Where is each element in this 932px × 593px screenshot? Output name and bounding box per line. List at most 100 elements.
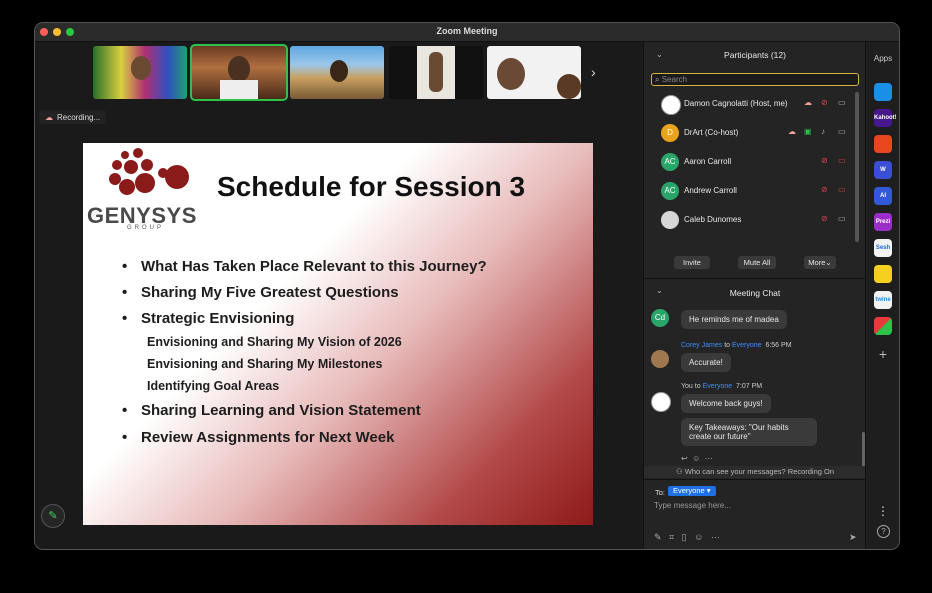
app-icon[interactable]: Prezi <box>874 213 892 231</box>
chat-bubble[interactable]: He reminds me of madea <box>681 310 787 329</box>
more-icon[interactable]: ⋯ <box>705 454 713 463</box>
participants-search-input[interactable]: ⌕ Search <box>651 73 859 86</box>
emoji-reaction-icon[interactable]: ☺ <box>692 454 700 463</box>
participant-video-thumb[interactable] <box>290 46 384 99</box>
chat-bubble[interactable]: Welcome back guys! <box>681 394 771 413</box>
search-placeholder: Search <box>661 75 688 84</box>
annotate-pencil-icon[interactable]: ✎ <box>41 504 65 528</box>
participants-scrollbar[interactable] <box>855 92 859 242</box>
participant-video-thumb[interactable] <box>93 46 187 99</box>
side-panel: ⌄ Participants (12) ⌕ Search Damon Cagno… <box>643 42 866 549</box>
avatar: AC <box>661 182 679 200</box>
person-icon: ⚇ <box>675 467 683 476</box>
avatar: D <box>661 124 679 142</box>
mute-all-button[interactable]: Mute All <box>738 256 776 269</box>
app-icon[interactable]: AI <box>874 187 892 205</box>
window-title: Zoom Meeting <box>436 26 498 36</box>
timestamp: 6:56 PM <box>765 342 792 349</box>
muted-mic-icon[interactable]: ⊘ <box>821 214 828 223</box>
app-icon[interactable]: Sesh <box>874 239 892 257</box>
app-icon[interactable]: W <box>874 161 892 179</box>
sender-name[interactable]: Corey James <box>681 342 722 349</box>
logo-tagline: GROUP <box>127 225 165 231</box>
slide-sub-bullet: Envisioning and Sharing My Milestones <box>147 357 383 371</box>
format-icon[interactable]: ✎ <box>654 532 662 542</box>
more-options-icon[interactable]: ⋮ <box>866 504 899 518</box>
chat-message-input[interactable]: Type message here... <box>654 501 731 510</box>
title-bar: Zoom Meeting <box>35 23 899 42</box>
screenshot-icon[interactable]: ⌗ <box>669 532 674 542</box>
recording-label: Recording... <box>57 112 101 122</box>
app-icon[interactable] <box>874 317 892 335</box>
chat-message: You to Everyone 7:07 PM Welcome back guy… <box>681 383 771 413</box>
active-speaker-video-thumb[interactable] <box>190 44 288 101</box>
emoji-icon[interactable]: ☺ <box>694 532 703 542</box>
participant-name: DrArt (Co-host) <box>684 128 739 137</box>
cloud-record-icon: ☁ <box>788 127 796 136</box>
invite-button[interactable]: Invite <box>674 256 710 269</box>
participant-video-thumb[interactable] <box>389 46 483 99</box>
shared-slide: GENYSYS GROUP Schedule for Session 3 • Wh… <box>83 143 593 525</box>
participant-row[interactable]: Caleb Dunomes ⊘ ▭ <box>644 206 854 234</box>
chat-bubble[interactable]: Accurate! <box>681 353 731 372</box>
participants-header: Participants (12) <box>724 50 786 60</box>
recording-indicator[interactable]: ☁ Recording... <box>39 110 107 124</box>
avatar <box>661 211 679 229</box>
participant-name: Aaron Carroll <box>684 157 732 166</box>
participant-row[interactable]: D DrArt (Co-host) ☁ ▣ ♪ ▭ <box>644 119 854 147</box>
zoom-window: Zoom Meeting › ☁ Recording... GENYSYS GR… <box>34 22 900 550</box>
avatar <box>661 95 681 115</box>
slide-bullet: • Review Assignments for Next Week <box>122 429 395 446</box>
app-icon[interactable] <box>874 135 892 153</box>
video-camera-icon[interactable]: ▭ <box>838 127 846 136</box>
file-icon[interactable]: ▯ <box>682 532 687 542</box>
video-off-icon[interactable]: ▭ <box>838 156 846 165</box>
muted-mic-icon[interactable]: ⊘ <box>821 156 828 165</box>
app-icon[interactable] <box>874 83 892 101</box>
chat-bubble[interactable]: Key Takeaways: "Our habits create our fu… <box>681 418 817 446</box>
avatar <box>651 350 669 368</box>
chat-header: Meeting Chat <box>729 288 781 298</box>
search-icon: ⌕ <box>655 75 660 84</box>
mic-icon[interactable]: ♪ <box>821 127 825 136</box>
chat-toolbar: ✎ ⌗ ▯ ☺ ⋯ <box>654 532 720 543</box>
app-icon[interactable]: Kahoot! <box>874 109 897 127</box>
chevron-down-icon: ⌄ <box>825 258 832 267</box>
video-camera-icon[interactable]: ▭ <box>838 214 846 223</box>
more-button[interactable]: More⌄ <box>804 256 836 269</box>
participant-name: Damon Cagnolatti (Host, me) <box>684 99 788 108</box>
chat-privacy-note[interactable]: ⚇ Who can see your messages? Recording O… <box>644 466 866 478</box>
cloud-record-icon: ☁ <box>45 112 53 122</box>
video-camera-icon[interactable]: ▭ <box>838 98 846 107</box>
send-icon[interactable]: ➤ <box>849 532 857 543</box>
to-label: To: <box>655 488 666 497</box>
avatar <box>651 392 671 412</box>
muted-mic-icon[interactable]: ⊘ <box>821 185 828 194</box>
add-app-plus-icon[interactable]: + <box>866 346 899 362</box>
muted-mic-icon[interactable]: ⊘ <box>821 98 828 107</box>
participant-row[interactable]: AC Andrew Carroll ⊘ ▭ <box>644 177 854 205</box>
slide-bullet: • What Has Taken Place Relevant to this J… <box>122 258 487 275</box>
chat-message: Corey James to Everyone 6:56 PM Accurate… <box>681 342 792 372</box>
sender-name: You <box>681 383 693 390</box>
app-icon[interactable]: twine <box>874 291 892 309</box>
participant-video-thumb[interactable] <box>487 46 581 99</box>
avatar: AC <box>661 153 679 171</box>
help-icon[interactable]: ? <box>877 525 890 538</box>
chat-message: Key Takeaways: "Our habits create our fu… <box>681 418 817 446</box>
slide-title: Schedule for Session 3 <box>217 171 526 202</box>
recipient-select[interactable]: Everyone ▾ <box>668 486 716 496</box>
chat-actions: ↩ ☺ ⋯ <box>681 454 713 463</box>
screen-share-icon: ▣ <box>804 127 812 136</box>
more-icon[interactable]: ⋯ <box>711 532 720 542</box>
next-page-chevron-icon[interactable]: › <box>591 64 596 80</box>
reply-icon[interactable]: ↩ <box>681 454 688 463</box>
app-icon[interactable] <box>874 265 892 283</box>
slide-bullet: • Sharing My Five Greatest Questions <box>122 284 399 301</box>
participant-row[interactable]: AC Aaron Carroll ⊘ ▭ <box>644 148 854 176</box>
video-area: › ☁ Recording... GENYSYS GROUP Schedule … <box>35 42 643 549</box>
participant-row[interactable]: Damon Cagnolatti (Host, me) ☁ ⊘ ▭ <box>644 90 854 118</box>
apps-header: Apps <box>873 54 893 63</box>
video-off-icon[interactable]: ▭ <box>838 185 846 194</box>
chat-message: He reminds me of madea <box>681 310 787 329</box>
